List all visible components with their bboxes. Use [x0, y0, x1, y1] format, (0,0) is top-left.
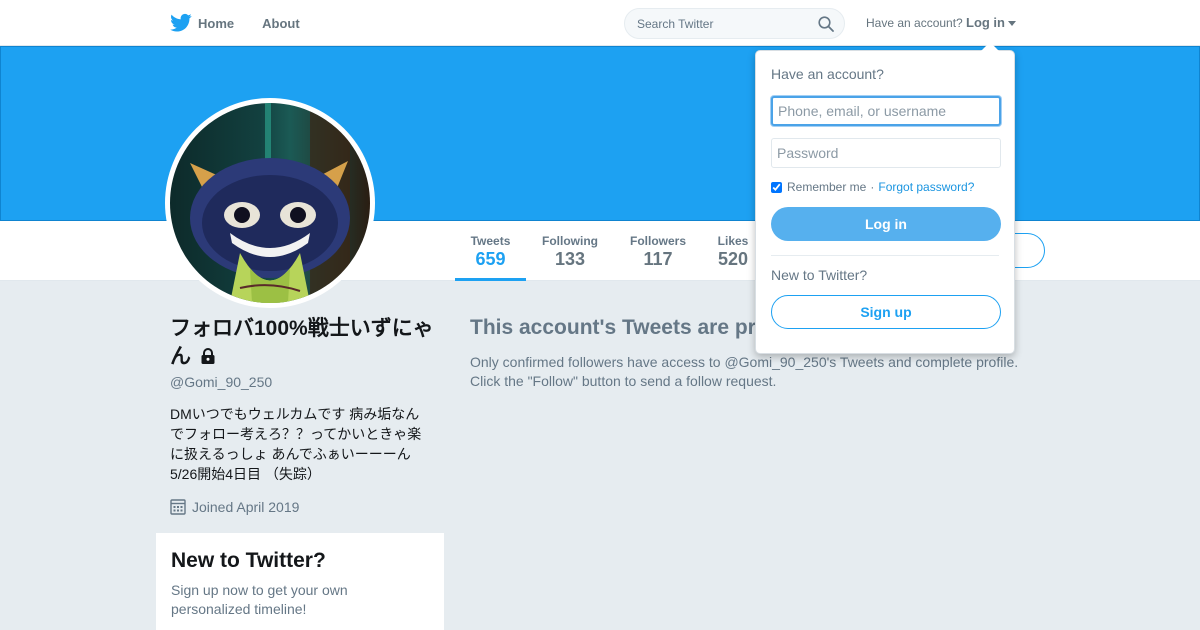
stat-following-value: 133 [554, 249, 586, 269]
stat-likes-value: 520 [717, 249, 749, 269]
profile-joined: Joined April 2019 [170, 498, 299, 515]
signup-card: New to Twitter? Sign up now to get your … [156, 533, 444, 630]
profile-avatar[interactable] [165, 98, 375, 308]
remember-me-checkbox[interactable] [771, 181, 782, 193]
search-box [624, 8, 845, 39]
protected-text: Only confirmed followers have access to … [470, 354, 1019, 389]
stat-following[interactable]: Following 133 [536, 221, 604, 281]
stat-followers-label: Followers [629, 234, 686, 248]
stat-likes[interactable]: Likes 520 [712, 221, 754, 281]
signup-button[interactable]: Sign up [771, 295, 1001, 329]
stat-tweets-value: 659 [475, 249, 506, 269]
calendar-icon [170, 498, 186, 515]
nav-home-label: Home [198, 15, 235, 31]
profile-handle[interactable]: @Gomi_90_250 [170, 374, 272, 390]
protected-title: This account's Tweets are pr [470, 316, 756, 339]
lock-icon [199, 345, 217, 364]
avatar-image [170, 103, 370, 303]
twitter-bird-icon [170, 13, 192, 33]
login-toggle-label: Log in [966, 15, 1005, 30]
stat-tweets-label: Tweets [470, 234, 511, 248]
stat-followers[interactable]: Followers 117 [623, 221, 693, 281]
nav-home-link[interactable]: Home [170, 13, 234, 33]
dropdown-divider [771, 255, 999, 256]
nav-left: Home About [170, 0, 328, 46]
chevron-down-icon [1008, 21, 1016, 27]
stat-following-label: Following [542, 234, 598, 248]
password-field[interactable] [771, 138, 1001, 168]
stat-likes-label: Likes [717, 234, 749, 248]
login-button[interactable]: Log in [771, 207, 1001, 241]
search-icon[interactable] [818, 16, 834, 32]
username-field[interactable] [771, 96, 1001, 126]
profile-bio: DMいつでもウェルカムです 病み垢なんでフォロー考えろ？？ってかいときゃ楽に扱え… [170, 406, 422, 482]
profile-name: フォロバ100%戦士いずにゃん [170, 315, 440, 371]
login-dropdown-heading: Have an account? [771, 66, 884, 82]
signup-card-text: Sign up now to get your own personalized… [171, 582, 348, 617]
login-dropdown: Have an account? Remember me · Forgot pa… [755, 42, 1015, 354]
signup-card-title: New to Twitter? [171, 549, 326, 572]
search-input[interactable] [637, 16, 807, 31]
remember-row: Remember me · Forgot password? [771, 180, 999, 194]
login-dropdown-toggle[interactable]: Log in [966, 15, 1016, 30]
top-navigation-bar: Home About Have an account? Log in [0, 0, 1200, 46]
new-to-twitter-prompt: New to Twitter? [771, 267, 868, 283]
stat-tweets[interactable]: Tweets 659 [455, 221, 526, 281]
stat-followers-value: 117 [643, 249, 673, 269]
remember-me-label: Remember me [787, 180, 867, 194]
separator-dot: · [870, 180, 875, 194]
nav-about-link[interactable]: About [262, 16, 300, 31]
joined-text: Joined April 2019 [192, 498, 300, 515]
account-prompt: Have an account? [866, 16, 963, 30]
forgot-password-link[interactable]: Forgot password? [878, 180, 974, 194]
